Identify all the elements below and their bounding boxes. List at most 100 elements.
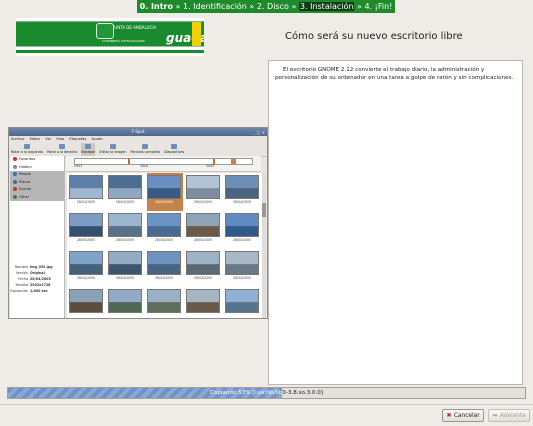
photo-image xyxy=(108,251,142,275)
description-panel: El escritorio GNOME 2.12 convierte el tr… xyxy=(268,60,523,385)
photo-date: 28/04/2005 xyxy=(232,276,252,280)
fspot-photo-grid: 28/04/2005 28/04/2005 28/04/2005 28/04/2005… xyxy=(67,173,264,318)
photo-image xyxy=(186,213,220,237)
fspot-tag: People xyxy=(10,171,64,179)
guadalinex-logo: JUNTA DE ANDALUCIA CONSEJERÍA DE EDUCACI… xyxy=(16,18,204,56)
nav-step-install: 3. Instalación xyxy=(298,2,355,11)
timeline-year: 2005 xyxy=(206,164,215,168)
nav-separator: » xyxy=(175,2,181,11)
fspot-tool-edit: Editar la imagen xyxy=(99,143,127,156)
info-value: Original xyxy=(30,271,45,275)
photo-image xyxy=(69,251,103,275)
photo-thumbnail: 28/04/2005 xyxy=(69,249,105,287)
fspot-tool-browse: Navegar xyxy=(81,143,96,156)
install-progress-bar: Copiando 53% [/usr/lib/lib0-3.8.so.3.0.0… xyxy=(7,387,526,399)
rotate-right-icon xyxy=(59,144,66,149)
fspot-tool-rotate-right: Rotar a la derecha xyxy=(47,143,77,156)
photo-date: 28/04/2005 xyxy=(193,276,213,280)
fspot-tag: Favoritos xyxy=(10,156,64,164)
info-value: 2592x1728 xyxy=(30,283,51,287)
logo-yellow-block xyxy=(192,22,201,46)
nav-step-identification: 1. Identificación xyxy=(182,2,247,11)
logo-line-2: CONSEJERÍA DE EDUCACIÓN xyxy=(102,39,145,43)
progress-text: Copiando 53% [/usr/lib/lib0-3.8.so.3.0.0… xyxy=(8,388,525,398)
fspot-tool-label: Pantalla completa xyxy=(130,150,161,154)
photo-thumbnail xyxy=(147,287,183,318)
fspot-menu-item: Ayuda xyxy=(91,137,103,141)
cancel-button[interactable]: ✖ Cancelar xyxy=(442,409,484,422)
info-label: Versión xyxy=(15,271,28,275)
photo-image xyxy=(225,251,259,275)
photo-thumbnail xyxy=(225,287,261,318)
timeline-bar xyxy=(74,158,253,165)
fspot-menu-item: Etiquetas xyxy=(69,137,87,141)
tag-icon xyxy=(13,187,17,191)
nav-step-finish: 4. ¡Fin! xyxy=(364,2,393,11)
fspot-tag-label: Events xyxy=(19,187,32,191)
window-controls-icon: _ □ × xyxy=(253,130,265,135)
photo-thumbnail: 28/04/2005 xyxy=(108,211,144,249)
progress-text-main: Copiando 53% [/usr/lib/lib xyxy=(210,390,283,396)
nav-separator: » xyxy=(291,2,297,11)
photo-date: 28/04/2005 xyxy=(76,238,96,242)
photo-date: 28/04/2005 xyxy=(115,238,135,242)
photo-thumbnail: 28/04/2005 xyxy=(147,211,183,249)
fspot-title-text: F-Spot xyxy=(131,129,145,134)
info-value: img_032.jpg xyxy=(30,265,53,269)
fspot-toolbar: Rotar a la izquierda Rotar a la derecha … xyxy=(9,143,267,157)
nav-separator: » xyxy=(249,2,255,11)
photo-thumbnail: 28/04/2005 xyxy=(108,173,144,211)
fspot-menu-item: Foto xyxy=(56,137,65,141)
fspot-tag-label: Hidden xyxy=(19,164,32,169)
cancel-icon: ✖ xyxy=(446,411,452,419)
fspot-tool-slideshow: Diapositivas xyxy=(164,143,184,156)
photo-image xyxy=(225,175,259,199)
step-navigation: 0. Intro » 1. Identificación » 2. Disco … xyxy=(137,0,395,13)
timeline-year: 2004 xyxy=(140,164,149,168)
fspot-tag: Other xyxy=(10,193,64,201)
photo-image xyxy=(186,175,220,199)
fspot-window-title: F-Spot _ □ × xyxy=(9,128,267,136)
info-label: Fecha xyxy=(18,277,28,281)
photo-date: 28/04/2005 xyxy=(76,200,96,204)
fspot-scrollbar xyxy=(262,173,266,318)
photo-date: 28/04/2005 xyxy=(193,200,213,204)
forward-button[interactable]: ➡ Adelante xyxy=(488,409,530,422)
photo-thumbnail xyxy=(186,287,222,318)
tag-icon xyxy=(13,157,17,161)
photo-date: 28/04/2005 xyxy=(154,276,174,280)
photo-date: 28/04/2005 xyxy=(232,238,252,242)
fspot-tool-label: Editar la imagen xyxy=(99,150,127,154)
fspot-tool-label: Diapositivas xyxy=(164,150,185,154)
nav-separator: » xyxy=(356,2,362,11)
photo-image xyxy=(108,175,142,199)
photo-thumbnail: 28/04/2005 xyxy=(147,173,183,211)
photo-thumbnail: 28/04/2005 xyxy=(69,211,105,249)
fspot-screenshot: F-Spot _ □ × Archivo Editar Ver Foto Eti… xyxy=(8,127,268,319)
forward-label: Adelante xyxy=(500,413,526,419)
tag-icon xyxy=(13,194,17,199)
fspot-timeline: 2003 2004 2005 xyxy=(66,156,261,172)
fspot-tag: Hidden xyxy=(10,164,64,172)
fspot-tool-fullscreen: Pantalla completa xyxy=(130,143,161,156)
tag-icon xyxy=(13,164,17,169)
fspot-tag: Places xyxy=(10,178,64,186)
tag-icon xyxy=(13,172,17,176)
slideshow-icon xyxy=(171,144,178,149)
photo-thumbnail: 28/04/2005 xyxy=(225,211,261,249)
photo-image xyxy=(69,213,103,237)
photo-date: 28/04/2005 xyxy=(193,238,213,242)
photo-image xyxy=(225,289,259,313)
photo-thumbnail: 28/04/2005 xyxy=(186,249,222,287)
logo-stripe xyxy=(16,50,204,53)
photo-date: 28/04/2005 xyxy=(115,276,135,280)
junta-seal-icon xyxy=(96,23,114,39)
photo-image xyxy=(147,213,181,237)
fspot-photo-info: Nombre img_032.jpg Versión Original Fecha 2… xyxy=(10,265,64,295)
fspot-tool-rotate-left: Rotar a la izquierda xyxy=(11,143,43,156)
photo-date: 28/04/2005 xyxy=(232,200,252,204)
tag-icon xyxy=(13,179,17,184)
photo-image xyxy=(225,213,259,237)
photo-thumbnail: 28/04/2005 xyxy=(225,173,261,211)
info-value: 1/400 sec xyxy=(30,289,48,293)
